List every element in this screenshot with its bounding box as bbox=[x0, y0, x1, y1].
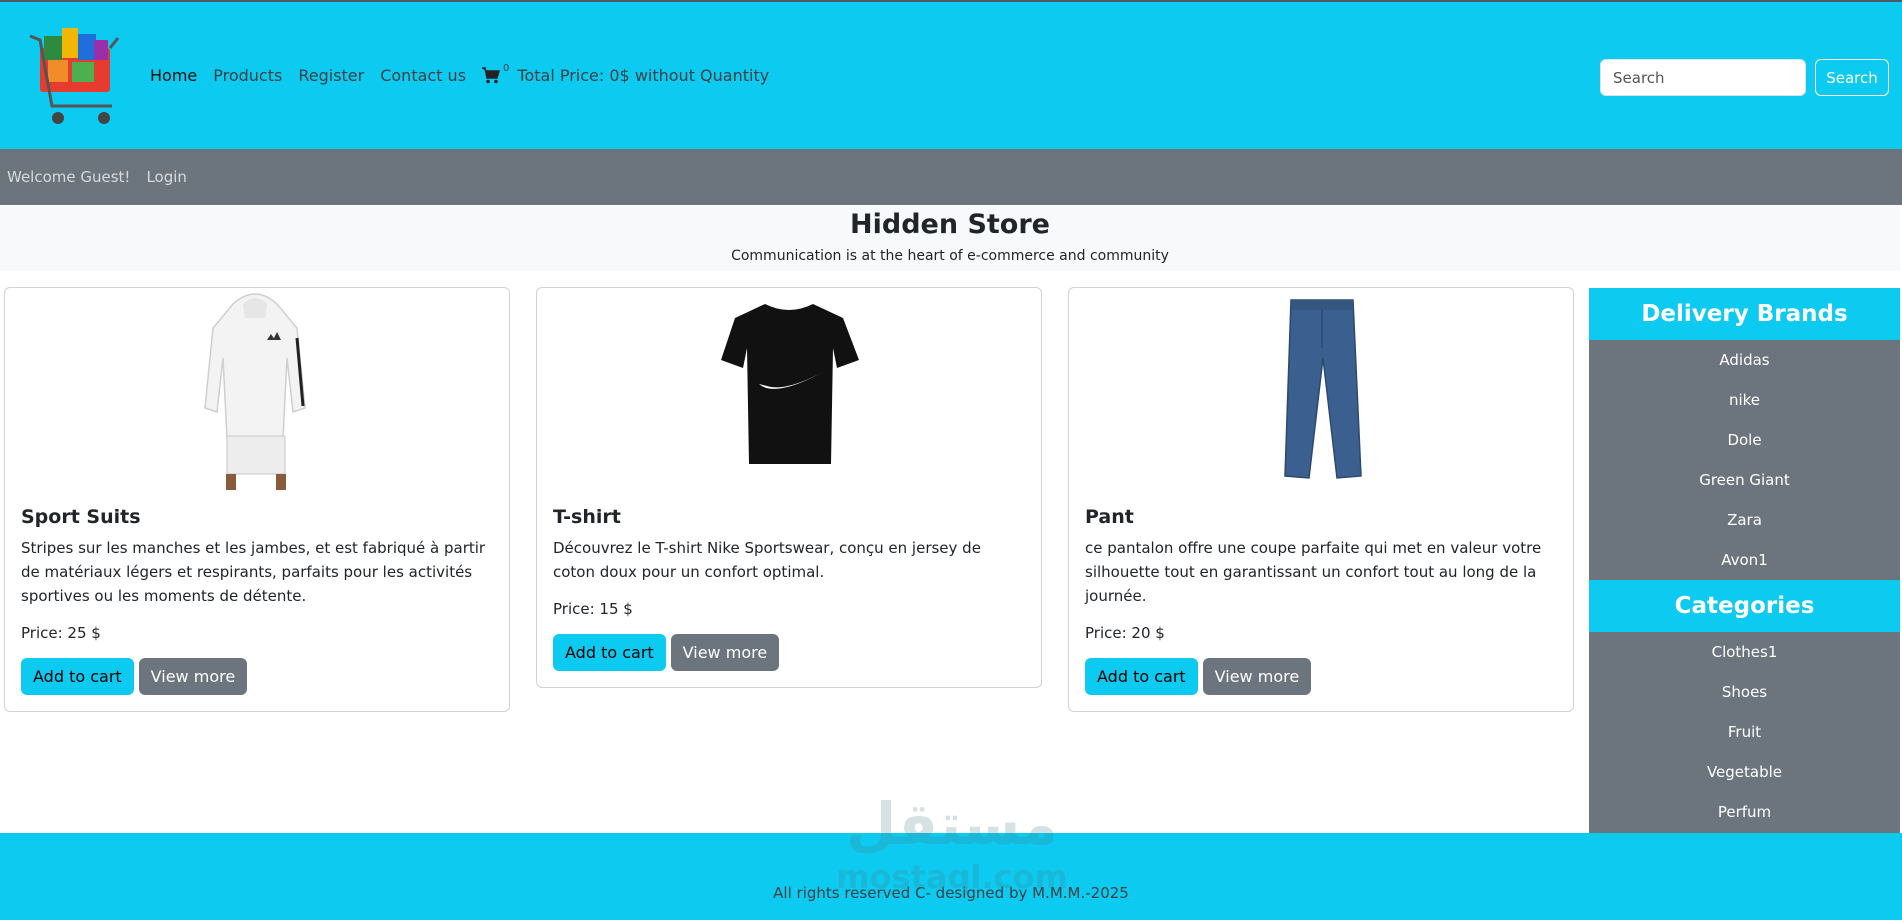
cart-count-badge: 0 bbox=[503, 63, 510, 74]
brand-item[interactable]: Avon1 bbox=[1589, 540, 1900, 580]
product-card: Pant ce pantalon offre une coupe parfait… bbox=[1068, 287, 1574, 712]
main-nav: Home Products Register Contact us 0 Tota… bbox=[150, 63, 770, 85]
product-description: Stripes sur les manches et les jambes, e… bbox=[21, 539, 486, 605]
nav-products-link[interactable]: Products bbox=[213, 66, 282, 85]
product-card: Sport Suits Stripes sur les manches et l… bbox=[4, 287, 510, 712]
product-price: Price: 15 $ bbox=[553, 600, 633, 618]
brand-item[interactable]: Zara bbox=[1589, 500, 1900, 540]
total-price-text: Total Price: 0$ without Quantity bbox=[517, 66, 770, 85]
cart-icon bbox=[482, 67, 501, 84]
brand-item[interactable]: Dole bbox=[1589, 420, 1900, 460]
welcome-bar: Welcome Guest! Login bbox=[0, 149, 1902, 205]
add-to-cart-button[interactable]: Add to cart bbox=[1085, 658, 1198, 695]
hero-banner: Hidden Store Communication is at the hea… bbox=[0, 205, 1900, 271]
product-title: Sport Suits bbox=[21, 506, 141, 528]
brand-item[interactable]: Green Giant bbox=[1589, 460, 1900, 500]
product-image bbox=[5, 288, 509, 490]
page-subtitle: Communication is at the heart of e-comme… bbox=[731, 248, 1169, 264]
login-link[interactable]: Login bbox=[146, 168, 186, 186]
svg-text:mostaql.com: mostaql.com bbox=[836, 858, 1068, 896]
category-item[interactable]: Perfum bbox=[1589, 792, 1900, 832]
search-button[interactable]: Search bbox=[1815, 59, 1889, 96]
cart-button[interactable]: 0 bbox=[482, 63, 509, 84]
product-description: Découvrez le T-shirt Nike Sportswear, co… bbox=[553, 539, 981, 581]
view-more-button[interactable]: View more bbox=[138, 658, 248, 695]
brand-item[interactable]: nike bbox=[1589, 380, 1900, 420]
product-title: Pant bbox=[1085, 506, 1134, 528]
product-price: Price: 25 $ bbox=[21, 624, 101, 642]
add-to-cart-button[interactable]: Add to cart bbox=[21, 658, 134, 695]
category-item[interactable]: Clothes1 bbox=[1589, 632, 1900, 672]
brand-item[interactable]: Adidas bbox=[1589, 340, 1900, 380]
shopping-cart-logo[interactable] bbox=[26, 18, 132, 136]
product-image bbox=[1069, 288, 1573, 490]
view-more-button[interactable]: View more bbox=[670, 634, 780, 671]
add-to-cart-button[interactable]: Add to cart bbox=[553, 634, 666, 671]
welcome-text: Welcome Guest! bbox=[7, 168, 131, 186]
nav-home-link[interactable]: Home bbox=[150, 66, 197, 85]
categories-title: Categories bbox=[1589, 580, 1900, 632]
tshirt-image bbox=[721, 304, 859, 464]
sport-suit-image bbox=[204, 293, 306, 490]
pant-image bbox=[1284, 299, 1362, 479]
sidebar: Delivery Brands Adidas nike Dole Green G… bbox=[1589, 288, 1900, 833]
page-title: Hidden Store bbox=[850, 209, 1050, 240]
product-image bbox=[537, 288, 1041, 490]
view-more-button[interactable]: View more bbox=[1202, 658, 1312, 695]
top-navbar: Home Products Register Contact us 0 Tota… bbox=[0, 0, 1902, 149]
product-description: ce pantalon offre une coupe parfaite qui… bbox=[1085, 539, 1542, 605]
product-card: T-shirt Découvrez le T-shirt Nike Sports… bbox=[536, 287, 1042, 688]
search-input[interactable] bbox=[1600, 59, 1806, 96]
category-item[interactable]: Fruit bbox=[1589, 712, 1900, 752]
product-title: T-shirt bbox=[553, 506, 621, 528]
category-item[interactable]: Shoes bbox=[1589, 672, 1900, 712]
nav-register-link[interactable]: Register bbox=[298, 66, 364, 85]
nav-contact-link[interactable]: Contact us bbox=[380, 66, 466, 85]
delivery-brands-title: Delivery Brands bbox=[1589, 288, 1900, 340]
mostaql-watermark: مستقل mostaql.com bbox=[836, 790, 1068, 896]
product-price: Price: 20 $ bbox=[1085, 624, 1165, 642]
svg-text:مستقل: مستقل bbox=[846, 790, 1058, 858]
category-item[interactable]: Vegetable bbox=[1589, 752, 1900, 792]
